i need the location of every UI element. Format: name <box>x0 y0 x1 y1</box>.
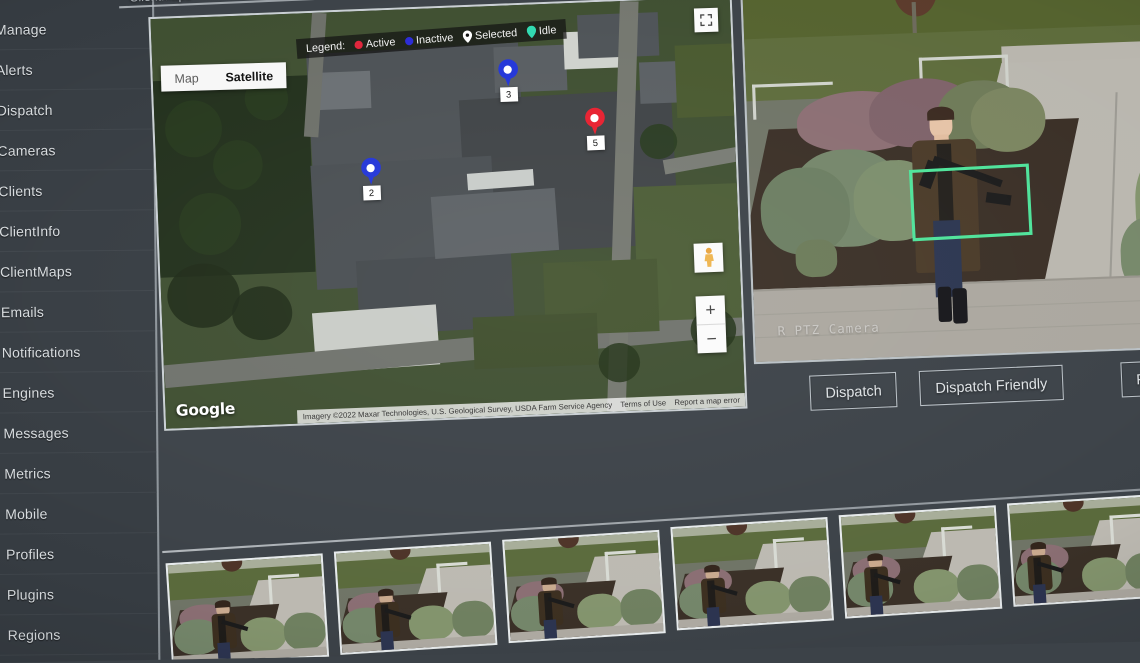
marker-label-5: 5 <box>586 135 604 150</box>
sidebar-item-messages[interactable]: Messages <box>0 412 156 454</box>
sidebar-item-mobile[interactable]: Mobile <box>0 493 157 535</box>
sidebar-item-label: ClientMaps <box>0 263 72 279</box>
zoom-in-button[interactable]: + <box>696 295 726 324</box>
marker-label-3: 3 <box>500 87 518 102</box>
sidebar-item-clientmaps[interactable]: ClientMaps <box>0 251 155 293</box>
legend-label-inactive: Inactive <box>415 31 453 46</box>
google-logo: Google <box>175 399 235 420</box>
attribution-terms[interactable]: Terms of Use <box>620 398 666 409</box>
sidebar-item-label: Dispatch <box>0 102 53 118</box>
sidebar-item-cameras[interactable]: Cameras <box>0 130 154 172</box>
legend-title: Legend: <box>306 39 346 54</box>
dispatch-button[interactable]: Dispatch <box>809 372 898 411</box>
marker-label-2: 2 <box>362 185 380 200</box>
sidebar-item-regions[interactable]: Regions <box>0 614 158 656</box>
legend-label-selected: Selected <box>475 26 518 42</box>
list-item[interactable] <box>502 529 666 642</box>
sidebar-item-label: Metrics <box>4 465 51 481</box>
sidebar-item-dispatch[interactable]: Dispatch <box>0 89 153 131</box>
list-item[interactable] <box>334 541 498 654</box>
marker-pin-3 <box>497 59 518 87</box>
sidebar-item-clients[interactable]: Clients <box>0 170 154 212</box>
map-type-satellite[interactable]: Satellite <box>212 62 287 90</box>
false-positive-button[interactable]: False <box>1120 359 1140 397</box>
client-map-panel[interactable]: Map Satellite Legend: Active Inactive Se… <box>148 0 747 431</box>
marker-pin-5 <box>584 107 605 135</box>
attribution-report[interactable]: Report a map error <box>674 395 740 407</box>
sidebar-item-label: Cameras <box>0 142 56 158</box>
sidebar: Manage Alerts Dispatch Cameras Clients Client… <box>0 0 161 663</box>
sidebar-item-engines[interactable]: Engines <box>0 372 156 414</box>
legend-label-active: Active <box>365 35 395 50</box>
map-type-map[interactable]: Map <box>161 64 213 91</box>
sidebar-item-metrics[interactable]: Metrics <box>0 452 157 494</box>
active-dot-icon <box>354 40 363 49</box>
sidebar-item-label: Mobile <box>5 506 48 522</box>
list-item[interactable] <box>1007 494 1140 607</box>
legend-entry-idle: Idle <box>526 23 557 38</box>
sidebar-item-label: Regions <box>8 627 61 643</box>
sidebar-item-s3-bucket[interactable]: S3 Bucket <box>0 654 159 663</box>
map-type-toggle[interactable]: Map Satellite <box>161 62 287 91</box>
dispatch-friendly-button[interactable]: Dispatch Friendly <box>919 365 1063 406</box>
map-marker-5[interactable]: 5 <box>581 107 610 150</box>
sidebar-item-notifications[interactable]: Notifications <box>0 331 156 373</box>
legend-label-idle: Idle <box>538 23 556 37</box>
sidebar-item-alerts[interactable]: Alerts <box>0 49 153 91</box>
sidebar-item-label: Notifications <box>2 344 81 360</box>
list-item[interactable] <box>166 553 330 663</box>
sidebar-item-clientinfo[interactable]: ClientInfo <box>0 210 154 252</box>
sidebar-item-profiles[interactable]: Profiles <box>0 533 157 575</box>
person-detection-box <box>909 164 1033 242</box>
pegman-icon[interactable] <box>694 243 724 273</box>
selected-pin-icon <box>462 30 472 43</box>
sidebar-item-label: Manage <box>0 21 47 37</box>
sidebar-item-label: Messages <box>3 425 68 441</box>
map-marker-2[interactable]: 2 <box>357 157 386 200</box>
sidebar-item-manage[interactable]: Manage <box>0 8 152 50</box>
live-camera-panel[interactable]: R PTZ Camera <box>740 0 1140 364</box>
marker-pin-2 <box>360 157 381 185</box>
zoom-out-button[interactable]: − <box>697 324 727 353</box>
map-marker-3[interactable]: 3 <box>494 59 523 102</box>
legend-entry-active: Active <box>354 35 396 50</box>
fullscreen-icon[interactable] <box>694 8 719 33</box>
sidebar-item-plugins[interactable]: Plugins <box>0 574 158 616</box>
sidebar-item-label: Profiles <box>6 546 54 562</box>
sidebar-item-label: Plugins <box>7 586 54 602</box>
sidebar-item-label: Engines <box>3 385 55 401</box>
sidebar-item-emails[interactable]: Emails <box>0 291 155 333</box>
list-item[interactable] <box>670 517 834 630</box>
app-screen: Manage Alerts Dispatch Cameras Clients Client… <box>0 0 1140 663</box>
sidebar-item-label: Clients <box>0 183 43 199</box>
alert-action-bar: Dispatch Dispatch Friendly False <box>809 359 1140 410</box>
map-zoom-controls[interactable]: + − <box>696 295 727 353</box>
legend-entry-selected: Selected <box>462 26 518 42</box>
idle-pin-icon <box>526 25 536 38</box>
sidebar-item-label: Emails <box>1 304 44 320</box>
inactive-dot-icon <box>404 36 413 45</box>
sidebar-item-label: ClientInfo <box>0 223 60 239</box>
sidebar-item-label: Alerts <box>0 62 33 78</box>
legend-entry-inactive: Inactive <box>404 31 454 47</box>
list-item[interactable] <box>839 505 1003 618</box>
